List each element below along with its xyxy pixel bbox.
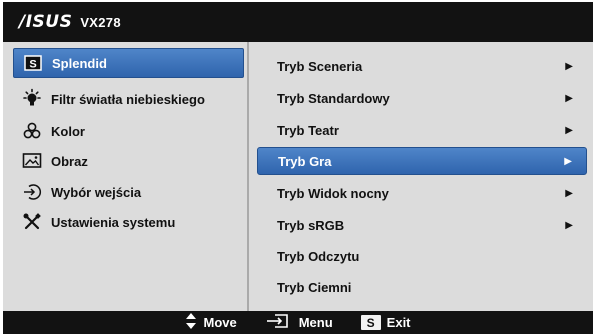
title-bar: /ISUS VX278 bbox=[3, 2, 593, 42]
main-menu-item-label: Obraz bbox=[51, 153, 88, 169]
osd-menu: /ISUS VX278 S Splendid Filtr światła nie… bbox=[3, 2, 593, 334]
main-menu-item-label: Ustawienia systemu bbox=[51, 214, 176, 230]
submenu-item-label: Tryb Ciemni bbox=[277, 279, 352, 295]
chevron-right-icon: ▶ bbox=[565, 92, 573, 104]
main-menu-item-image[interactable]: Obraz bbox=[13, 147, 242, 175]
chevron-right-icon: ▶ bbox=[565, 219, 573, 231]
enter-icon bbox=[265, 313, 293, 332]
key-hint-bar: Move Menu S Exit bbox=[3, 311, 593, 334]
main-menu-item-blue-light-filter[interactable]: Filtr światła niebieskiego bbox=[13, 85, 242, 113]
move-hint: Move bbox=[185, 312, 237, 333]
s-key-icon: S bbox=[360, 315, 381, 330]
submenu-item-theater[interactable]: Tryb Teatr ▶ bbox=[257, 116, 587, 144]
menu-hint: Menu bbox=[265, 313, 333, 332]
submenu-item-label: Tryb Odczytu bbox=[277, 248, 360, 264]
bulb-icon bbox=[21, 88, 43, 110]
submenu-item-scenery[interactable]: Tryb Sceneria ▶ bbox=[257, 52, 587, 80]
submenu-item-srgb[interactable]: Tryb sRGB ▶ bbox=[257, 211, 587, 239]
submenu: Tryb Sceneria ▶ Tryb Standardowy ▶ Tryb … bbox=[253, 48, 591, 308]
main-menu-item-input-select[interactable]: Wybór wejścia bbox=[13, 178, 242, 206]
submenu-item-label: Tryb Sceneria bbox=[277, 58, 363, 74]
submenu-item-night-view[interactable]: Tryb Widok nocny ▶ bbox=[257, 179, 587, 207]
tools-icon bbox=[21, 211, 43, 233]
submenu-item-reading[interactable]: Tryb Odczytu bbox=[257, 242, 587, 270]
chevron-right-icon: ▶ bbox=[565, 60, 573, 72]
submenu-item-darkroom[interactable]: Tryb Ciemni bbox=[257, 273, 587, 301]
main-menu-item-label: Kolor bbox=[51, 123, 85, 139]
main-menu-item-splendid[interactable]: S Splendid bbox=[13, 48, 244, 78]
chevron-right-icon: ▶ bbox=[564, 155, 572, 167]
exit-hint: S Exit bbox=[360, 315, 411, 330]
panel-divider bbox=[247, 42, 249, 311]
main-menu-item-color[interactable]: Kolor bbox=[13, 117, 242, 145]
chevron-right-icon: ▶ bbox=[565, 124, 573, 136]
main-menu-item-label: Wybór wejścia bbox=[51, 184, 142, 200]
move-label: Move bbox=[203, 315, 237, 330]
submenu-item-label: Tryb sRGB bbox=[277, 217, 345, 233]
model-name: VX278 bbox=[80, 14, 121, 30]
brand: /ISUS VX278 bbox=[19, 12, 121, 32]
s-box-icon: S bbox=[22, 52, 44, 74]
asus-logo: /ISUS bbox=[19, 12, 73, 32]
submenu-item-label: Tryb Teatr bbox=[277, 122, 339, 138]
submenu-item-label: Tryb Standardowy bbox=[277, 90, 390, 106]
submenu-item-standard[interactable]: Tryb Standardowy ▶ bbox=[257, 84, 587, 112]
main-menu-item-label: Filtr światła niebieskiego bbox=[51, 91, 205, 107]
main-menu: S Splendid Filtr światła niebieskiego Ko… bbox=[11, 48, 246, 308]
chevron-right-icon: ▶ bbox=[565, 187, 573, 199]
submenu-item-label: Tryb Gra bbox=[278, 153, 332, 169]
svg-text:S: S bbox=[29, 59, 36, 71]
up-down-arrows-icon bbox=[185, 312, 197, 333]
submenu-item-label: Tryb Widok nocny bbox=[277, 185, 389, 201]
main-menu-item-label: Splendid bbox=[52, 55, 107, 71]
submenu-item-game[interactable]: Tryb Gra ▶ bbox=[257, 147, 587, 175]
exit-label: Exit bbox=[386, 315, 411, 330]
main-menu-item-system-settings[interactable]: Ustawienia systemu bbox=[13, 208, 242, 236]
menu-label: Menu bbox=[298, 315, 333, 330]
input-arrow-icon bbox=[21, 181, 43, 203]
image-icon bbox=[21, 150, 43, 172]
color-circles-icon bbox=[21, 120, 43, 142]
